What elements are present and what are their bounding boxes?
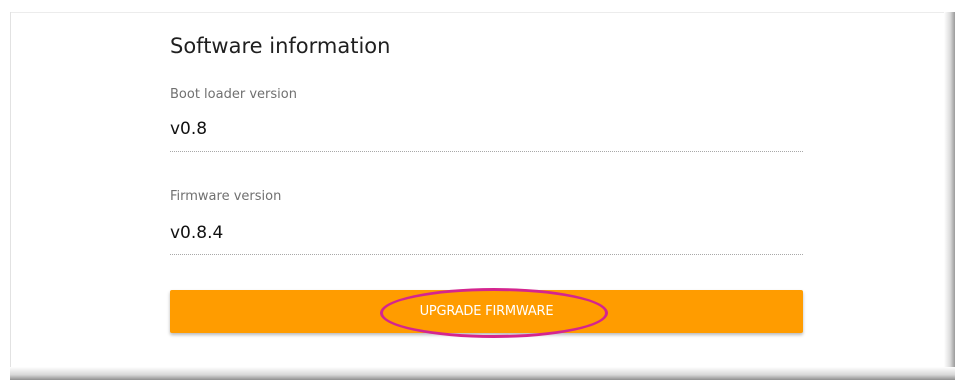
boot-loader-version-label: Boot loader version (170, 87, 297, 102)
section-title: Software information (170, 34, 391, 58)
card-bottom-shadow (10, 367, 955, 380)
card-left-border (10, 12, 11, 367)
card-top-border (10, 12, 955, 13)
upgrade-firmware-button[interactable]: UPGRADE FIRMWARE (170, 290, 803, 333)
page-frame: Software information Boot loader version… (0, 0, 955, 380)
boot-loader-version-value: v0.8 (170, 119, 208, 139)
firmware-version-label: Firmware version (170, 189, 282, 204)
firmware-version-underline (170, 254, 803, 255)
boot-loader-version-underline (170, 151, 803, 152)
firmware-version-value: v0.8.4 (170, 223, 224, 243)
card-right-shadow (944, 12, 955, 380)
